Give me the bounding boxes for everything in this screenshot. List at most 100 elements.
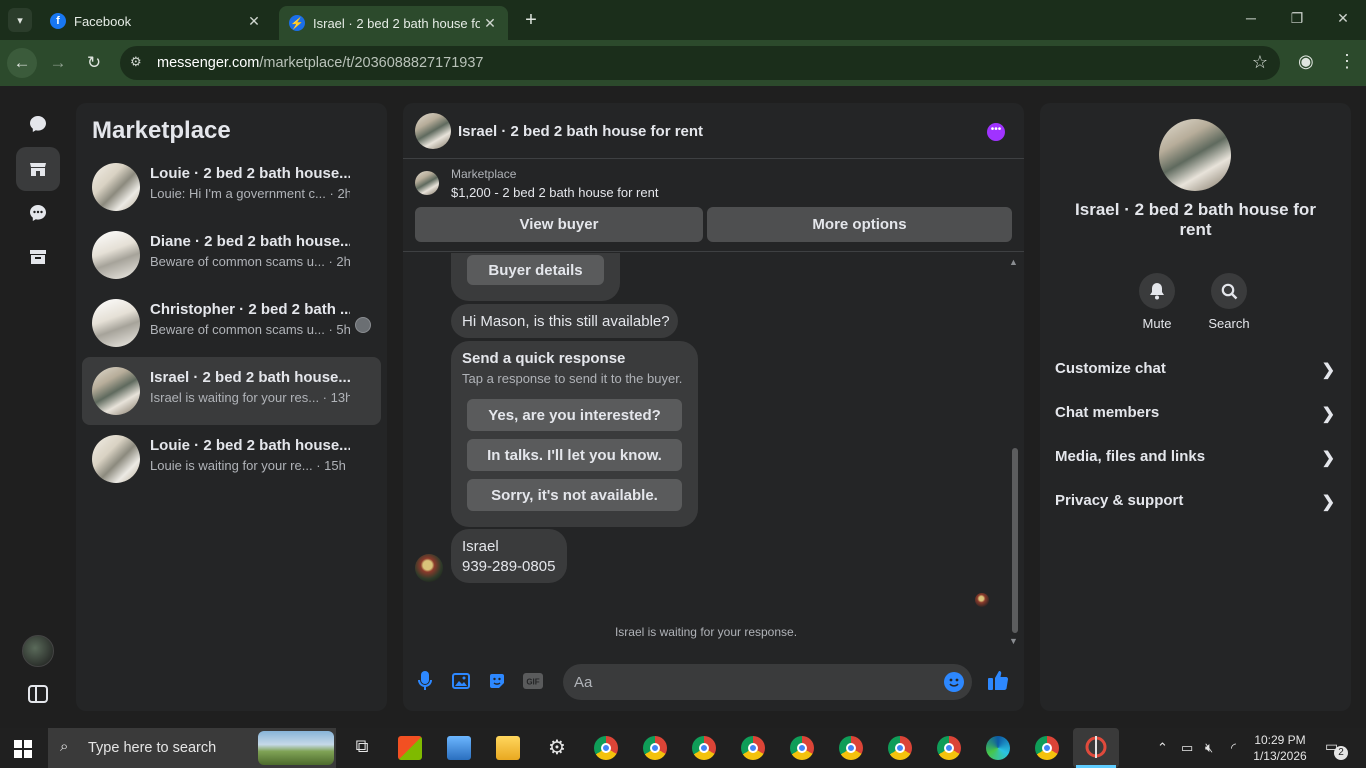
listing-price[interactable]: $1,200 - 2 bed 2 bath house for rent [451, 185, 658, 200]
tab-facebook[interactable]: f Facebook ✕ [40, 6, 272, 36]
chrome-profile-icon[interactable] [790, 736, 814, 760]
taskbar-clock[interactable]: 10:29 PM 1/13/2026 [1250, 732, 1310, 764]
file-explorer-icon[interactable] [496, 736, 520, 760]
customize-chat-row[interactable]: Customize chat ❯ [1055, 360, 1335, 384]
back-button[interactable]: ← [7, 48, 37, 78]
bookmark-star-icon[interactable]: ☆ [1252, 52, 1268, 73]
close-tab-icon[interactable]: ✕ [244, 13, 264, 30]
rail-archive-icon[interactable] [16, 235, 60, 279]
search-icon[interactable] [1211, 273, 1247, 309]
tab-search-dropdown-icon[interactable]: ▾ [8, 8, 32, 32]
gif-icon[interactable]: GIF [523, 671, 543, 691]
restore-icon[interactable]: ❐ [1287, 10, 1307, 27]
wifi-icon[interactable]: ◜ [1231, 740, 1236, 756]
quick-reply-button[interactable]: Yes, are you interested? [467, 399, 682, 431]
row-label: Customize chat [1055, 360, 1166, 377]
tray-chevron-up-icon[interactable]: ⌃ [1157, 740, 1168, 756]
reload-button[interactable]: ↻ [79, 48, 109, 78]
close-tab-icon[interactable]: ✕ [480, 15, 500, 32]
profile-icon[interactable]: ◉ [1298, 51, 1314, 72]
battery-icon[interactable]: ▭ [1181, 740, 1193, 756]
sender-avatar[interactable] [415, 554, 443, 582]
conversation-item[interactable]: Diane · 2 bed 2 bath house... Beware of … [82, 221, 381, 289]
edge-icon[interactable] [986, 736, 1010, 760]
minimize-icon[interactable]: ─ [1241, 10, 1261, 26]
scrollbar[interactable] [1010, 253, 1020, 648]
scroll-down-icon[interactable]: ▼ [1009, 636, 1018, 646]
chrome-profile-icon[interactable] [643, 736, 667, 760]
bell-icon[interactable] [1139, 273, 1175, 309]
microsoft-store-icon[interactable] [398, 736, 422, 760]
laptop-app-icon[interactable] [447, 736, 471, 760]
search-action[interactable]: Search [1199, 273, 1259, 331]
listing-category: Marketplace [451, 167, 517, 181]
waiting-status: Israel is waiting for your response. [614, 625, 798, 639]
taskbar-search[interactable]: ⌕ Type here to search [48, 728, 336, 768]
notification-count-badge: 2 [1334, 746, 1348, 760]
scrollbar-thumb[interactable] [1012, 448, 1018, 633]
quick-reply-button[interactable]: Sorry, it's not available. [467, 479, 682, 511]
new-tab-button[interactable]: + [520, 9, 542, 31]
forward-button[interactable]: → [43, 48, 73, 78]
listing-avatar[interactable] [1159, 119, 1231, 191]
rail-chats-icon[interactable] [16, 102, 60, 146]
toggle-sidebar-icon[interactable] [16, 672, 60, 716]
message-bubble: Israel 939-289-0805 [451, 529, 567, 583]
url-text[interactable]: messenger.com/marketplace/t/203608882717… [157, 55, 483, 71]
volume-muted-icon[interactable]: 🔇︎ [1205, 740, 1213, 756]
search-label: Search [1208, 316, 1250, 331]
chat-members-row[interactable]: Chat members ❯ [1055, 404, 1335, 428]
privacy-support-row[interactable]: Privacy & support ❯ [1055, 492, 1335, 516]
media-files-links-row[interactable]: Media, files and links ❯ [1055, 448, 1335, 472]
user-avatar[interactable] [22, 635, 54, 667]
conversation-item-selected[interactable]: Israel · 2 bed 2 bath house... Israel is… [82, 357, 381, 425]
chevron-right-icon: ❯ [1321, 362, 1335, 379]
buyer-details-button[interactable]: Buyer details [467, 255, 604, 285]
chrome-profile-icon[interactable] [741, 736, 765, 760]
tab-messenger[interactable]: ⚡ Israel · 2 bed 2 bath house for r ✕ [279, 6, 508, 40]
browser-toolbar: ← → ↻ ⚙ messenger.com/marketplace/t/2036… [0, 40, 1366, 86]
conversation-item[interactable]: Louie · 2 bed 2 bath house... Louie: Hi … [82, 153, 381, 221]
sticker-icon[interactable] [487, 671, 507, 691]
task-view-icon[interactable]: ⧉ [350, 736, 374, 760]
chat-avatar[interactable] [415, 113, 451, 149]
mute-action[interactable]: Mute [1127, 273, 1187, 331]
microphone-icon[interactable] [415, 671, 435, 691]
chrome-profile-icon[interactable] [839, 736, 863, 760]
active-app-icon[interactable] [1073, 728, 1119, 768]
more-options-icon[interactable]: ••• [987, 123, 1005, 141]
view-buyer-button[interactable]: View buyer [415, 207, 703, 242]
chrome-profile-icon[interactable] [1035, 736, 1059, 760]
message-input-placeholder: Aa [574, 674, 593, 691]
conversation-list-panel: Marketplace Louie · 2 bed 2 bath house..… [76, 103, 387, 711]
quick-response-subtitle: Tap a response to send it to the buyer. [462, 371, 683, 386]
photo-icon[interactable] [451, 671, 471, 691]
chrome-profile-icon[interactable] [692, 736, 716, 760]
more-options-button[interactable]: More options [707, 207, 1012, 242]
chevron-right-icon: ❯ [1321, 406, 1335, 423]
windows-start-icon[interactable] [14, 740, 32, 758]
message-thread: Buyer details ▲ Hi Mason, is this still … [403, 253, 1024, 648]
row-label: Privacy & support [1055, 492, 1184, 509]
rail-marketplace-icon[interactable] [16, 147, 60, 191]
url-path: /marketplace/t/2036088827171937 [259, 55, 484, 71]
conversation-item[interactable]: Christopher · 2 bed 2 bath ... Beware of… [82, 289, 381, 357]
quick-reply-button[interactable]: In talks. I'll let you know. [467, 439, 682, 471]
chrome-profile-icon[interactable] [888, 736, 912, 760]
close-window-icon[interactable]: ✕ [1333, 10, 1353, 27]
rail-requests-icon[interactable] [16, 191, 60, 235]
settings-gear-icon[interactable]: ⚙ [545, 736, 569, 760]
chrome-profile-icon[interactable] [937, 736, 961, 760]
menu-kebab-icon[interactable]: ⋮ [1338, 51, 1356, 72]
page-title: Marketplace [92, 117, 231, 144]
conversation-item[interactable]: Louie · 2 bed 2 bath house... Louie is w… [82, 425, 381, 493]
emoji-icon[interactable] [944, 672, 964, 692]
chat-title[interactable]: Israel · 2 bed 2 bath house for rent [458, 123, 703, 140]
chrome-icon[interactable] [594, 736, 618, 760]
site-info-icon[interactable]: ⚙ [130, 54, 142, 70]
address-bar[interactable]: ⚙ messenger.com/marketplace/t/2036088827… [120, 46, 1280, 80]
thumbs-up-icon[interactable] [987, 669, 1009, 691]
listing-thumbnail[interactable] [415, 171, 439, 195]
message-input[interactable]: Aa [563, 664, 972, 700]
composer: GIF Aa [403, 659, 1024, 703]
